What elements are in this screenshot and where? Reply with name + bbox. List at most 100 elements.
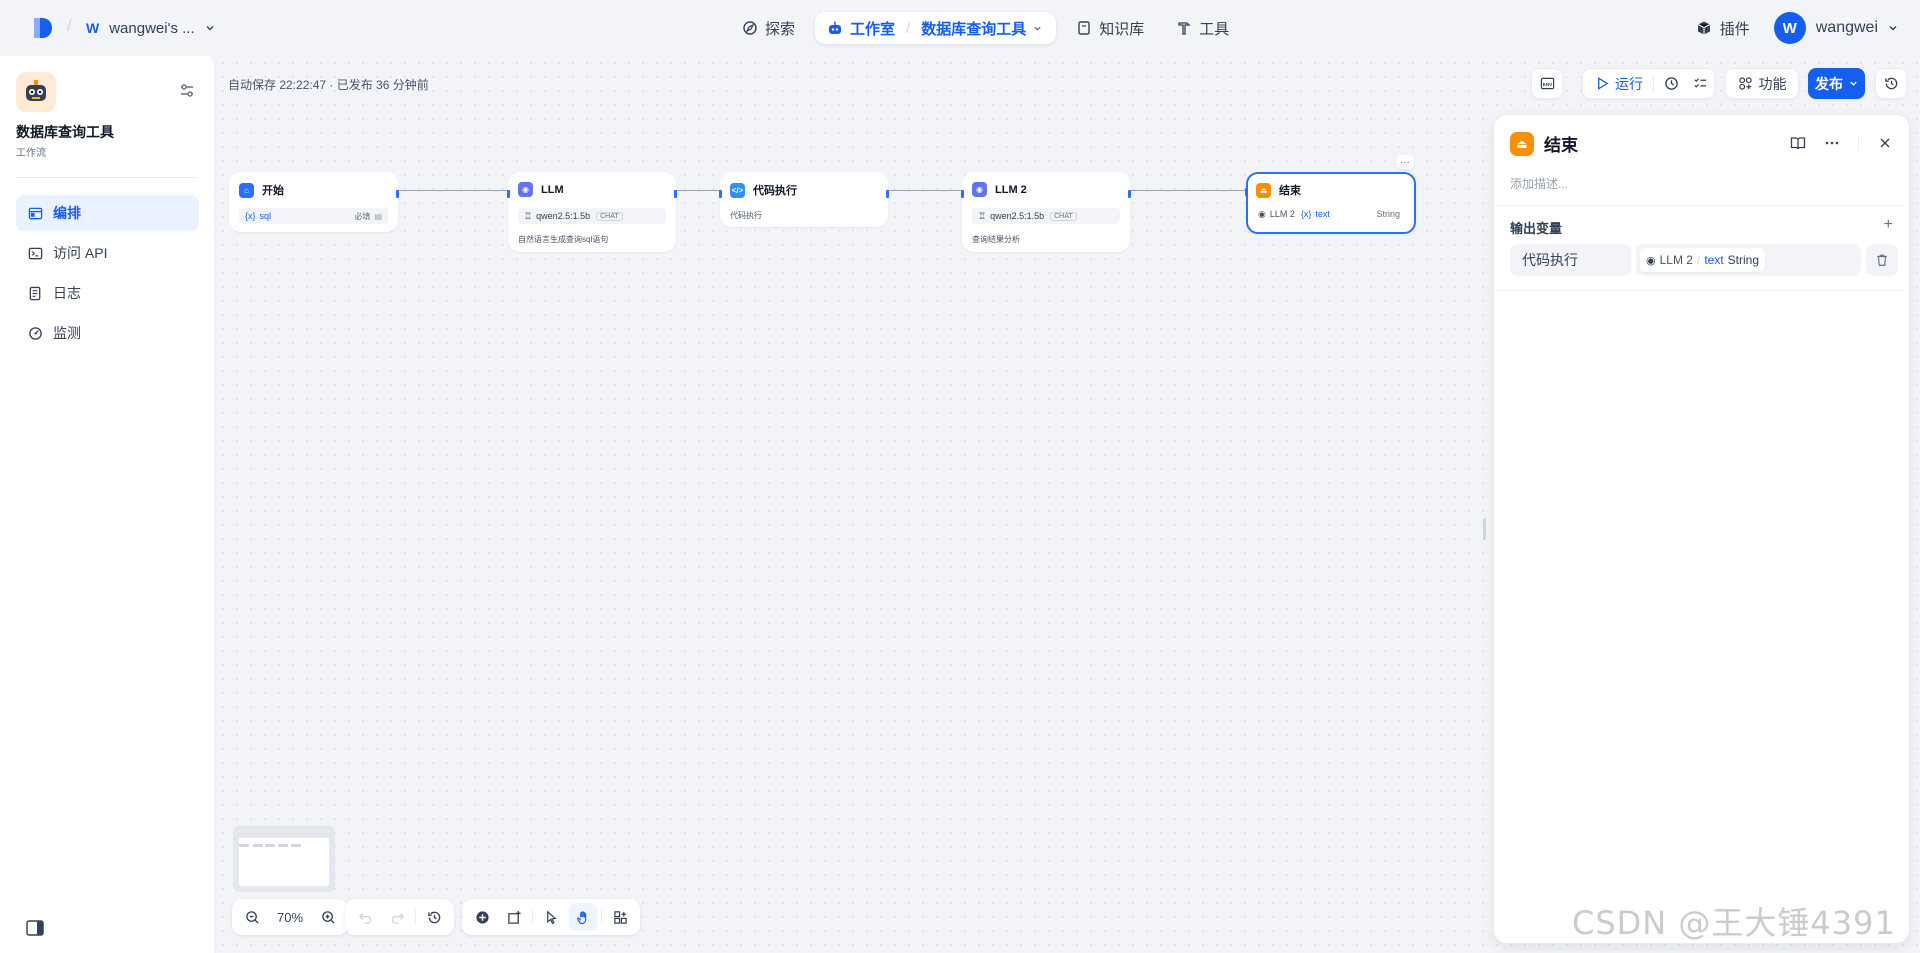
node-description: 查询结果分析 — [972, 235, 1020, 244]
output-handle[interactable] — [1128, 190, 1131, 198]
run-button[interactable]: 运行 — [1595, 74, 1643, 94]
end-icon: ⏏ — [1510, 131, 1534, 156]
chevron-down-icon[interactable] — [1033, 24, 1042, 33]
variable-name: sql — [259, 211, 272, 221]
workspace-switcher[interactable]: W wangwei's ... — [86, 16, 215, 40]
llm-icon: ◉ — [518, 182, 533, 197]
redo-button[interactable] — [383, 903, 411, 931]
workspace-name: wangwei's ... — [109, 19, 195, 37]
layout-grid-icon — [613, 910, 627, 924]
node-more-button[interactable]: ··· — [1396, 155, 1414, 169]
node-end[interactable]: ⏏ 结束 ◉ LLM 2 {x} text String — [1245, 172, 1416, 234]
input-handle[interactable] — [719, 190, 722, 198]
variable-reference-picker[interactable]: ◉ LLM 2 / text String — [1636, 244, 1861, 276]
add-note-button[interactable] — [500, 903, 528, 931]
more-horizontal-icon[interactable] — [1824, 135, 1840, 151]
zoom-in-button[interactable] — [314, 903, 342, 931]
variable-icon: {x} — [245, 211, 256, 221]
minimap-node — [239, 844, 249, 847]
divider — [16, 177, 198, 178]
version-history-button[interactable] — [420, 903, 448, 931]
llm-icon: ◉ — [1258, 208, 1266, 219]
input-handle[interactable] — [507, 190, 510, 198]
cube-icon — [1697, 21, 1710, 35]
checklist-clock-icon[interactable] — [1664, 76, 1679, 91]
pointer-mode-button[interactable] — [537, 903, 565, 931]
output-handle[interactable] — [886, 190, 889, 198]
gauge-icon — [29, 326, 42, 340]
collapse-sidebar-icon[interactable] — [26, 920, 44, 936]
add-variable-button[interactable]: + — [1884, 216, 1893, 234]
node-code[interactable]: </> 代码执行 代码执行 — [719, 172, 889, 227]
model-icon: ♖ — [978, 210, 987, 221]
nav-knowledge[interactable]: 知识库 — [1064, 12, 1156, 44]
output-type: String — [1376, 209, 1400, 219]
variable-name-input[interactable]: 代码执行 — [1510, 244, 1631, 276]
plugins-button[interactable]: 插件 — [1696, 18, 1750, 39]
divider — [1494, 290, 1909, 291]
output-handle[interactable] — [674, 190, 677, 198]
user-menu[interactable]: W wangwei — [1773, 12, 1898, 44]
variable-reference-tag: ◉ LLM 2 / text String — [1640, 248, 1766, 272]
node-header: </> 代码执行 — [730, 182, 797, 198]
delete-variable-button[interactable] — [1866, 244, 1898, 276]
sticky-note-icon — [507, 910, 521, 924]
nav-tools[interactable]: 工具 — [1164, 12, 1241, 44]
node-title: LLM 2 — [995, 183, 1027, 196]
minimap[interactable] — [233, 826, 335, 892]
sliders-icon[interactable] — [178, 82, 196, 100]
node-start[interactable]: ⌂ 开始 {x} sql 必填 ▤ — [229, 172, 399, 232]
node-llm-2[interactable]: ◉ LLM 2 ♖ qwen2.5:1.5b CHAT 查询结果分析 — [961, 172, 1131, 252]
undo-button[interactable] — [351, 903, 379, 931]
run-group: 运行 — [1582, 68, 1715, 99]
panel-title[interactable]: 结束 — [1544, 131, 1578, 156]
dify-logo[interactable] — [32, 16, 54, 40]
current-app-name[interactable]: 数据库查询工具 — [921, 18, 1026, 39]
type-icon: ▤ — [374, 211, 382, 221]
input-handle[interactable] — [1245, 188, 1248, 196]
book-open-icon[interactable] — [1790, 135, 1806, 151]
code-icon: </> — [730, 182, 745, 198]
output-handle[interactable] — [396, 190, 399, 198]
node-output-row: ◉ LLM 2 {x} text String — [1256, 206, 1406, 222]
zoom-out-button[interactable] — [238, 903, 266, 931]
description-input[interactable]: 添加描述... — [1510, 175, 1568, 192]
add-node-button[interactable] — [468, 903, 496, 931]
plus-circle-icon — [475, 910, 489, 924]
minimap-node — [278, 844, 288, 847]
app-robot-icon — [16, 72, 56, 112]
features-button[interactable]: 功能 — [1725, 68, 1799, 99]
zoom-out-icon — [245, 910, 259, 924]
organize-blocks-button[interactable] — [606, 903, 634, 931]
env-button[interactable]: ENV — [1531, 68, 1563, 99]
node-variable-row: {x} sql 必填 ▤ — [239, 208, 388, 224]
history-controls — [345, 899, 454, 935]
publish-button[interactable]: 发布 — [1808, 68, 1865, 99]
node-llm[interactable]: ◉ LLM ♖ qwen2.5:1.5b CHAT 自然语言生成查询sql语句 — [507, 172, 677, 252]
llm-icon: ◉ — [1646, 254, 1656, 267]
nav-studio[interactable]: 工作室 / 数据库查询工具 — [815, 12, 1057, 44]
divider — [532, 909, 533, 925]
hand-mode-button[interactable] — [569, 903, 597, 931]
divider — [1653, 75, 1654, 92]
minimap-node — [265, 844, 275, 847]
output-source: LLM 2 — [1269, 209, 1295, 219]
input-handle[interactable] — [961, 190, 964, 198]
panel-resize-handle[interactable] — [1483, 518, 1486, 540]
model-name: qwen2.5:1.5b — [990, 211, 1045, 221]
model-icon: ♖ — [524, 210, 533, 221]
grid-plus-icon — [1738, 77, 1752, 90]
zoom-level[interactable]: 70% — [270, 910, 310, 925]
close-icon[interactable] — [1877, 135, 1893, 151]
sidebar-item-orchestrate[interactable]: 编排 — [16, 195, 199, 231]
sidebar-item-monitor[interactable]: 监测 — [16, 315, 199, 351]
history-button[interactable] — [1875, 68, 1907, 99]
sidebar-item-logs[interactable]: 日志 — [16, 275, 199, 311]
sidebar-item-api[interactable]: 访问 API — [16, 235, 199, 271]
autosave-status: 自动保存 22:22:47 · 已发布 36 分钟前 — [228, 78, 429, 92]
checklist-icon[interactable] — [1693, 76, 1708, 91]
node-header: ⌂ 开始 — [239, 182, 284, 198]
nav-explore-label: 探索 — [765, 20, 796, 38]
nav-explore[interactable]: 探索 — [730, 12, 807, 44]
top-bar: / W wangwei's ... 探索 工作室 / 数据库查询工具 知识库 工… — [0, 0, 1920, 56]
